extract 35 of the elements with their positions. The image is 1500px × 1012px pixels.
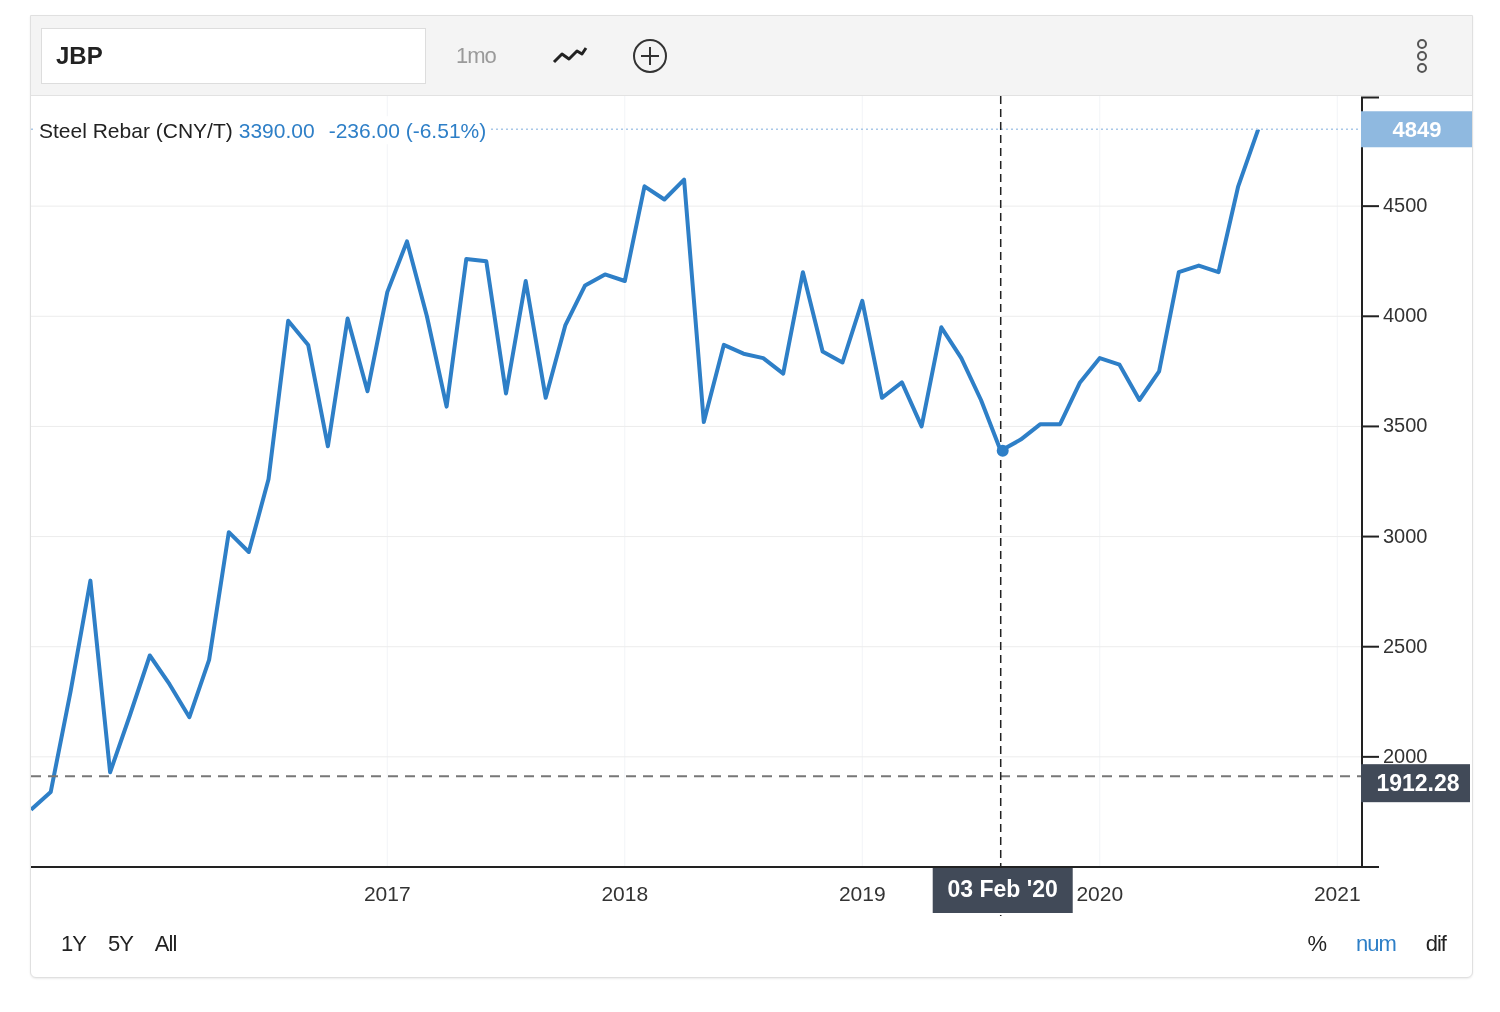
series-legend: Steel Rebar (CNY/T) 3390.00 -236.00 (-6.51%) — [39, 119, 487, 143]
y-axis-label: 3500 — [1383, 414, 1428, 437]
y-axis-label: 2000 — [1383, 744, 1428, 767]
tick-mark — [1360, 315, 1380, 318]
range-button[interactable]: All — [150, 929, 181, 959]
tick-mark — [1360, 645, 1380, 648]
more-options-icon[interactable] — [1416, 37, 1428, 74]
x-axis-label: 2018 — [601, 882, 649, 905]
x-axis-label: 2020 — [1076, 882, 1124, 905]
line-chart-icon[interactable] — [551, 45, 588, 66]
range-button[interactable]: 1Y — [57, 929, 90, 959]
mode-button[interactable]: num — [1351, 929, 1400, 959]
y-axis-label: 3000 — [1383, 524, 1428, 547]
date-badge: 03 Feb '20 — [932, 868, 1073, 913]
x-axis-label: 2019 — [838, 882, 886, 905]
mode-button[interactable]: % — [1303, 929, 1330, 959]
value-badge: 4849 — [1361, 111, 1472, 148]
add-icon[interactable] — [631, 37, 668, 74]
tick-mark — [1360, 755, 1380, 758]
tick-mark — [1360, 425, 1380, 428]
y-axis-label: 2500 — [1383, 634, 1428, 657]
x-axis-label: 2021 — [1313, 882, 1361, 905]
tick-mark — [1360, 535, 1380, 538]
ref-line-label: 1912.28 — [1376, 770, 1460, 797]
mode-button[interactable]: dif — [1421, 929, 1450, 959]
y-axis-label: 4000 — [1383, 304, 1428, 327]
range-button[interactable]: 5Y — [103, 929, 137, 959]
y-axis-label: 4500 — [1383, 194, 1428, 217]
ref-line-label: 03 Feb '20 — [947, 876, 1058, 902]
hover-point — [996, 444, 1009, 457]
x-axis-label: 2017 — [363, 882, 411, 905]
symbol-field[interactable]: JBP — [41, 27, 426, 84]
ref-line-label: 4849 — [1392, 117, 1442, 143]
value-badge: 1912.28 — [1361, 764, 1470, 803]
tick-mark — [1360, 205, 1380, 208]
